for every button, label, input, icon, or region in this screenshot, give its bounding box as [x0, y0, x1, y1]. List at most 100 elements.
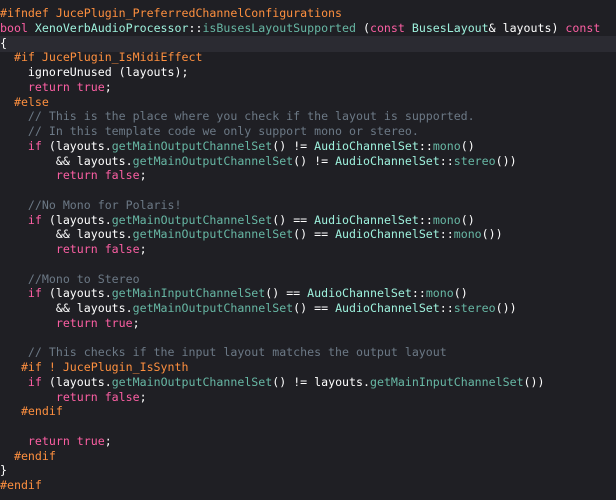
code-line[interactable]: // This is the place where you check if …	[0, 109, 616, 124]
code-token-plain: (layouts.	[41, 374, 112, 389]
code-line[interactable]: && layouts.getMainOutputChannelSet() == …	[0, 301, 616, 316]
code-token-method: getMainOutputChannelSet	[111, 374, 273, 389]
code-line[interactable]: #else	[0, 95, 616, 110]
code-token-method: getMainOutputChannelSet	[132, 301, 294, 315]
code-token-preprocessor: #if ! JucePlugin_IsSynth	[0, 360, 189, 374]
code-line[interactable]: return true;	[0, 80, 616, 95]
code-token-plain: ignoreUnused (layouts);	[0, 65, 189, 79]
code-line[interactable]: #if JucePlugin_IsMidiEffect	[0, 50, 616, 65]
code-token-keyword: return true	[27, 79, 105, 94]
code-token-project_type: AudioChannelSet	[314, 212, 419, 227]
code-token-project_type: AudioChannelSet	[335, 301, 440, 315]
code-line[interactable]: && layouts.getMainOutputChannelSet() != …	[0, 154, 616, 169]
code-token-method: getMainOutputChannelSet	[111, 138, 273, 153]
code-line[interactable]	[0, 419, 616, 434]
code-token-keyword: if	[27, 138, 42, 153]
code-token-keyword: const	[565, 20, 601, 35]
code-token-project_type: XenoVerbAudioProcessor	[34, 20, 189, 35]
code-token-method: getMainInputChannelSet	[111, 286, 266, 301]
code-line[interactable]: bool XenoVerbAudioProcessor::isBusesLayo…	[0, 21, 616, 36]
code-line[interactable]: #endif	[0, 404, 616, 419]
code-line[interactable]: //No Mono for Polaris!	[0, 198, 616, 213]
code-line[interactable]: #endif	[0, 449, 616, 464]
code-token-preprocessor: #ifndef JucePlugin_PreferredChannelConfi…	[0, 6, 343, 20]
code-token-keyword: if	[27, 286, 42, 301]
code-line[interactable]	[0, 183, 616, 198]
code-token-preprocessor: #else	[0, 94, 49, 109]
code-line[interactable]: return true;	[0, 434, 616, 449]
code-line[interactable]	[0, 331, 616, 346]
code-token-plain: ())	[523, 374, 545, 389]
code-token-plain: () ==	[265, 286, 308, 301]
code-line[interactable]: // This checks if the input layout match…	[0, 345, 616, 360]
code-line[interactable]: return true;	[0, 316, 616, 331]
code-token-preprocessor: #endif	[0, 448, 56, 463]
code-token-method: isBusesLayoutSupported	[202, 20, 356, 35]
code-token-keyword: return true	[27, 433, 105, 448]
code-editor[interactable]: #ifndef JucePlugin_PreferredChannelConfi…	[0, 0, 616, 500]
code-token-keyword: if	[27, 212, 42, 227]
code-line[interactable]: if (layouts.getMainOutputChannelSet() !=…	[0, 375, 616, 390]
code-line[interactable]: return false;	[0, 390, 616, 405]
code-line[interactable]: if (layouts.getMainOutputChannelSet() ==…	[0, 213, 616, 228]
code-line[interactable]: }	[0, 463, 616, 478]
code-token-plain: () ==	[293, 227, 336, 242]
code-line[interactable]	[0, 257, 616, 272]
code-token-plain: (layouts.	[41, 212, 112, 227]
code-token-keyword: return false	[55, 168, 140, 183]
code-token-plain: & layouts)	[488, 20, 566, 35]
code-token-keyword: if	[27, 374, 42, 389]
code-token-plain: ;	[132, 315, 140, 330]
code-line[interactable]: #if ! JucePlugin_IsSynth	[0, 360, 616, 375]
code-line[interactable]: #ifndef JucePlugin_PreferredChannelConfi…	[0, 6, 616, 21]
code-token-plain: ;	[139, 389, 147, 404]
code-token-plain: && layouts.	[0, 153, 133, 168]
code-token-plain: ;	[104, 79, 112, 94]
code-token-plain: ::	[411, 286, 426, 301]
code-token-method: stereo	[453, 301, 496, 315]
code-line[interactable]: if (layouts.getMainOutputChannelSet() !=…	[0, 139, 616, 154]
code-token-plain: ::	[418, 212, 433, 227]
code-line[interactable]: ignoreUnused (layouts);	[0, 65, 616, 80]
code-line[interactable]: //Mono to Stereo	[0, 272, 616, 287]
code-line[interactable]: // In this template code we only support…	[0, 124, 616, 139]
code-token-plain: ;	[139, 242, 147, 256]
code-token-keyword: return true	[55, 315, 133, 330]
code-line[interactable]: return false;	[0, 168, 616, 183]
code-token-comment: //No Mono for Polaris!	[0, 197, 182, 212]
code-token-plain: ()	[460, 212, 475, 227]
code-line[interactable]: && layouts.getMainOutputChannelSet() == …	[0, 227, 616, 242]
code-token-method: mono	[425, 286, 454, 301]
code-token-plain: }	[0, 463, 7, 478]
code-line[interactable]: {	[0, 36, 616, 51]
code-token-project_type: AudioChannelSet	[314, 138, 419, 153]
code-token-method: getMainInputChannelSet	[369, 374, 524, 389]
code-token-plain: () ==	[293, 301, 336, 315]
code-token-project_type: AudioChannelSet	[335, 227, 440, 242]
code-token-method: mono	[432, 138, 461, 153]
code-line[interactable]: #endif	[0, 478, 616, 493]
code-token-comment: // In this template code we only support…	[0, 124, 419, 138]
code-token-plain: ())	[495, 301, 517, 315]
code-token-comment: // This is the place where you check if …	[0, 109, 475, 124]
code-line[interactable]: return false;	[0, 242, 616, 257]
code-token-plain: ;	[104, 433, 112, 448]
code-token-plain: ;	[139, 168, 147, 183]
source-code[interactable]: #ifndef JucePlugin_PreferredChannelConfi…	[0, 6, 616, 493]
code-token-keyword: const	[369, 20, 412, 35]
code-token-method: getMainOutputChannelSet	[132, 227, 294, 242]
code-token-method: getMainOutputChannelSet	[132, 153, 294, 168]
code-line[interactable]: if (layouts.getMainInputChannelSet() == …	[0, 286, 616, 301]
code-token-plain: ()	[460, 138, 475, 153]
code-token-plain: () !=	[272, 138, 315, 153]
